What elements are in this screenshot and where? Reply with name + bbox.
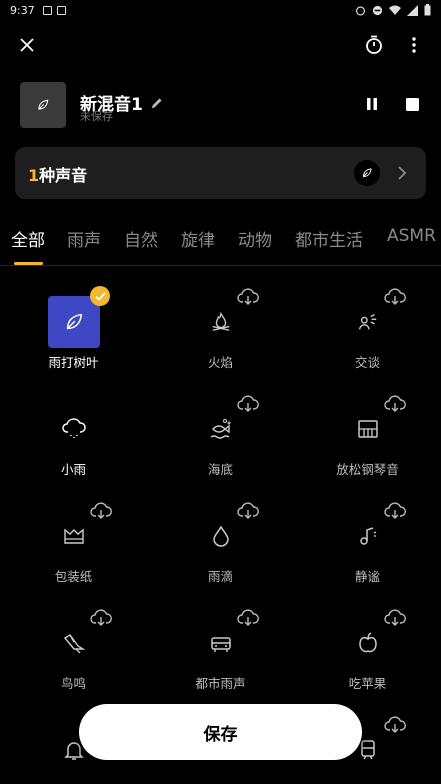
rain-cloud-icon [61,418,86,438]
sound-item-leaves-rain[interactable]: 雨打树叶 [0,280,147,387]
wifi-icon [389,5,401,15]
leaf-icon [362,168,372,178]
pause-icon [367,98,377,110]
more-options-button[interactable] [396,27,432,63]
stop-icon [405,97,419,111]
people-talking-icon [358,314,376,330]
timer-icon [366,35,382,54]
sound-tile [342,403,394,455]
sound-label: 包装纸 [54,569,93,584]
fish-underwater-icon [210,419,230,439]
sound-tile [48,617,100,669]
tab-asmr[interactable]: ASMR [387,226,436,246]
sound-item-relaxing-piano[interactable]: 放松钢琴音 [294,387,441,494]
sound-tile [48,403,100,455]
sound-tile [342,510,394,562]
sound-label: 小雨 [60,462,86,477]
piano-icon [357,420,378,438]
notification-a-icon [42,5,52,15]
apple-icon [358,632,377,653]
sound-item-eating-apple[interactable]: 吃苹果 [294,601,441,708]
sound-item-city-rain[interactable]: 都市雨声 [147,601,294,708]
status-bar: 9:37 [0,0,441,20]
wrapping-paper-icon [63,528,84,544]
leaf-icon [66,313,82,330]
train-icon [360,740,375,760]
top-bar [0,26,441,66]
sound-label: 放松钢琴音 [336,462,399,477]
selected-sound-tile [47,296,100,348]
close-icon [20,38,34,52]
sound-item-tranquil[interactable]: 静谧 [294,494,441,601]
tab-city-life[interactable]: 都市生活 [295,226,363,251]
sound-label: 吃苹果 [348,676,387,691]
sound-tile [342,617,394,669]
sound-count: 1种声音 [28,162,87,186]
sound-label: 火焰 [207,355,233,370]
alarm-status-icon [355,5,366,15]
chevron-right-icon [398,166,407,180]
sound-tile [48,510,100,562]
campfire-icon [212,311,229,331]
sound-tile [195,296,247,348]
sound-label: 交谈 [354,355,380,370]
timer-button[interactable] [356,27,392,63]
tab-all[interactable]: 全部 [11,226,45,251]
dnd-status-icon [372,5,383,15]
sound-tile [342,296,394,348]
save-button[interactable]: 保存 [79,704,362,760]
sound-label: 雨打树叶 [48,355,99,370]
leaf-icon [38,99,49,110]
music-note-icon [359,527,376,545]
sound-label: 鸟鸣 [60,676,86,691]
mix-save-status: 未保存 [80,110,113,123]
selected-sound-avatar [354,160,380,186]
sound-label: 雨滴 [207,569,233,584]
category-tabs: 全部 雨声 自然 旋律 动物 都市生活 ASMR [0,226,441,266]
sound-label: 静谧 [354,569,380,584]
selected-sounds-card[interactable]: 1种声音 [15,147,426,199]
signal-icon [407,4,418,16]
pencil-icon[interactable] [151,97,163,109]
sound-item-fire[interactable]: 火焰 [147,280,294,387]
stop-button[interactable] [400,92,424,116]
sound-item-light-rain[interactable]: 小雨 [0,387,147,494]
notification-card-icon [56,5,66,15]
sound-item-birdsong[interactable]: 鸟鸣 [0,601,147,708]
tabs-divider [0,265,441,266]
sound-label: 都市雨声 [195,676,246,691]
more-vertical-icon [412,37,416,53]
sound-count-number: 1 [28,166,40,185]
status-time: 9:37 [10,3,35,17]
mix-header: 新混音1 未保存 [0,82,441,130]
sound-tile [195,617,247,669]
sound-item-raindrops[interactable]: 雨滴 [147,494,294,601]
sound-item-conversation[interactable]: 交谈 [294,280,441,387]
bird-icon [63,634,86,654]
car-icon [210,637,231,652]
tab-rain[interactable]: 雨声 [67,226,101,251]
close-button[interactable] [9,27,45,63]
pause-button[interactable] [360,92,384,116]
tab-nature[interactable]: 自然 [124,226,158,251]
sound-count-suffix: 种声音 [39,166,88,185]
mix-thumbnail [20,82,66,128]
sound-label: 海底 [207,462,233,477]
sound-tile [195,510,247,562]
tab-animals[interactable]: 动物 [238,226,272,251]
sound-item-wrapping-paper[interactable]: 包装纸 [0,494,147,601]
battery-icon [424,4,431,16]
water-drop-icon [212,525,229,547]
sound-item-underwater[interactable]: 海底 [147,387,294,494]
sound-tile [195,403,247,455]
checkmark-icon [90,286,110,306]
tab-melody[interactable]: 旋律 [181,226,215,251]
